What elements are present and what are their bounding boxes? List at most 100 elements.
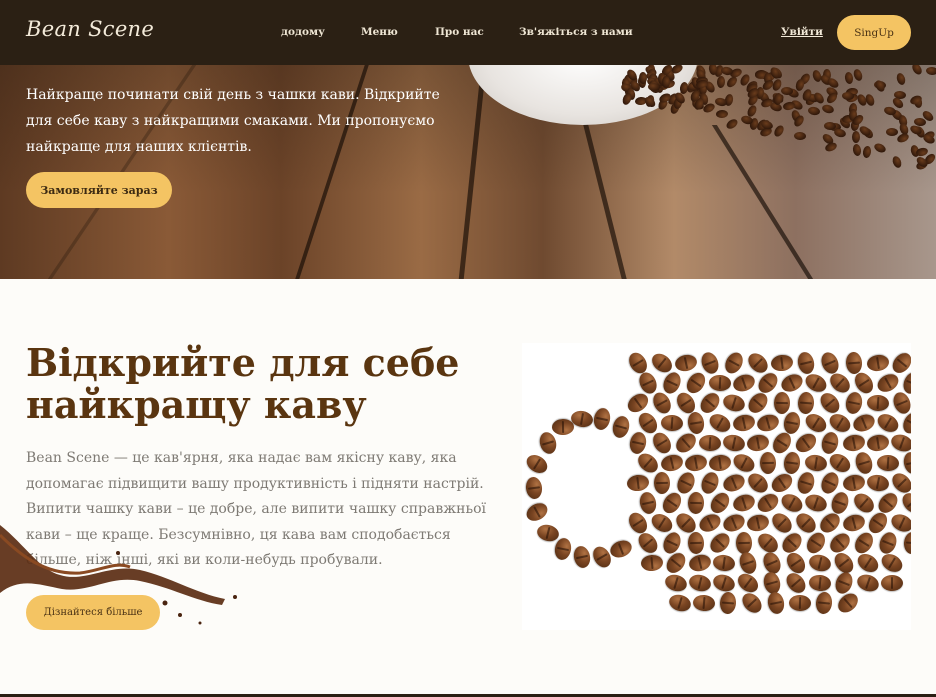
coffee-bean [721,391,747,415]
coffee-bean [898,489,911,517]
hero-coffee-beans [620,65,936,172]
coffee-bean [536,430,559,456]
coffee-bean [551,419,575,436]
coffee-bean [901,450,911,476]
coffee-bean [534,522,561,544]
learn-more-button[interactable]: Дізнайтеся більше [26,595,160,630]
coffee-bean [667,592,693,614]
coffee-bean [720,471,748,495]
nav-link-menu[interactable]: Меню [361,26,398,38]
coffee-bean [878,550,906,576]
coffee-bean [802,491,830,515]
coffee-bean [794,131,807,141]
coffee-bean [850,411,878,435]
coffee-bean [862,145,872,159]
coffee-bean [698,434,722,452]
coffee-bean [854,550,882,576]
coffee-bean [721,432,747,454]
coffee-bean [833,127,848,139]
navbar: Bean Scene додому Меню Про нас Зв'яжітьс… [0,0,936,65]
coffee-bean [759,451,777,475]
coffee-bean [782,451,802,475]
nav-link-contact[interactable]: Зв'яжіться з нами [519,26,633,38]
coffee-bean [673,352,699,374]
coffee-bean [874,410,902,436]
coffee-bean [844,390,864,416]
coffee-bean [812,90,826,106]
login-link[interactable]: Увійти [781,26,823,38]
coffee-bean [773,92,783,106]
nav-link-home[interactable]: додому [281,26,325,38]
coffee-bean [591,406,613,432]
coffee-bean [792,430,820,456]
coffee-bean [795,470,817,496]
coffee-bean [832,569,856,597]
coffee-bean [730,450,758,476]
coffee-bean [730,371,758,395]
coffee-bean [851,67,864,82]
coffee-bean [843,71,854,85]
coffee-bean [863,92,876,108]
coffee-bean [643,95,658,110]
coffee-bean [571,544,593,570]
coffee-bean [803,529,829,557]
coffee-bean [731,412,757,434]
coffee-bean [854,571,882,595]
coffee-bean [716,75,725,89]
logo[interactable]: Bean Scene [26,17,154,41]
coffee-bean [724,74,739,90]
coffee-bean [738,589,766,617]
coffee-bean [724,117,740,131]
coffee-bean [698,349,722,377]
coffee-bean [706,529,734,557]
coffee-bean [782,569,810,597]
hero-text: Найкраще починати свій день з чашки кави… [26,87,440,155]
coffee-bean [903,531,911,555]
coffee-bean [707,489,733,517]
coffee-bean [607,537,635,561]
coffee-bean [876,529,900,557]
nav-link-about[interactable]: Про нас [435,26,484,38]
coffee-bean [823,121,836,131]
coffee-bean [696,389,724,417]
coffee-bean [851,529,877,557]
coffee-bean [865,433,891,453]
coffee-bean [772,123,786,138]
coffee-bean [814,591,834,615]
coffee-bean [736,550,760,576]
coffee-bean [711,553,737,573]
signup-button[interactable]: SingUp [837,15,911,50]
coffee-bean [744,389,772,417]
coffee-bean [698,469,722,497]
coffee-bean [807,105,821,116]
coffee-bean [888,511,911,535]
coffee-bean [659,452,685,474]
hero-banner: Найкраще починати свій день з чашки кави… [0,65,936,279]
coffee-bean [873,141,888,155]
coffee-bean [841,473,867,493]
coffee-bean [524,476,544,500]
coffee-bean [687,552,713,574]
coffee-bean [891,154,904,169]
coffee-bean [910,65,924,77]
coffee-bean [770,353,794,373]
coffee-bean [888,431,911,455]
coffee-bean [627,430,649,456]
coffee-bean [888,349,911,377]
coffee-bean [925,66,936,75]
coffee-bean [683,453,709,473]
coffee-bean [834,589,862,617]
coffee-bean [773,391,791,415]
order-now-button[interactable]: Замовляйте зараз [26,172,172,208]
coffee-bean [553,536,573,561]
coffee-bean [687,531,705,555]
coffee-bean [653,471,671,495]
coffee-bean [687,572,713,594]
coffee-bean [754,490,782,516]
coffee-bean [719,591,737,615]
coffee-bean [881,575,903,591]
coffee-bean [692,594,716,612]
coffee-bean [802,410,830,436]
coffee-bean [865,353,891,373]
coffee-bean [821,103,836,115]
